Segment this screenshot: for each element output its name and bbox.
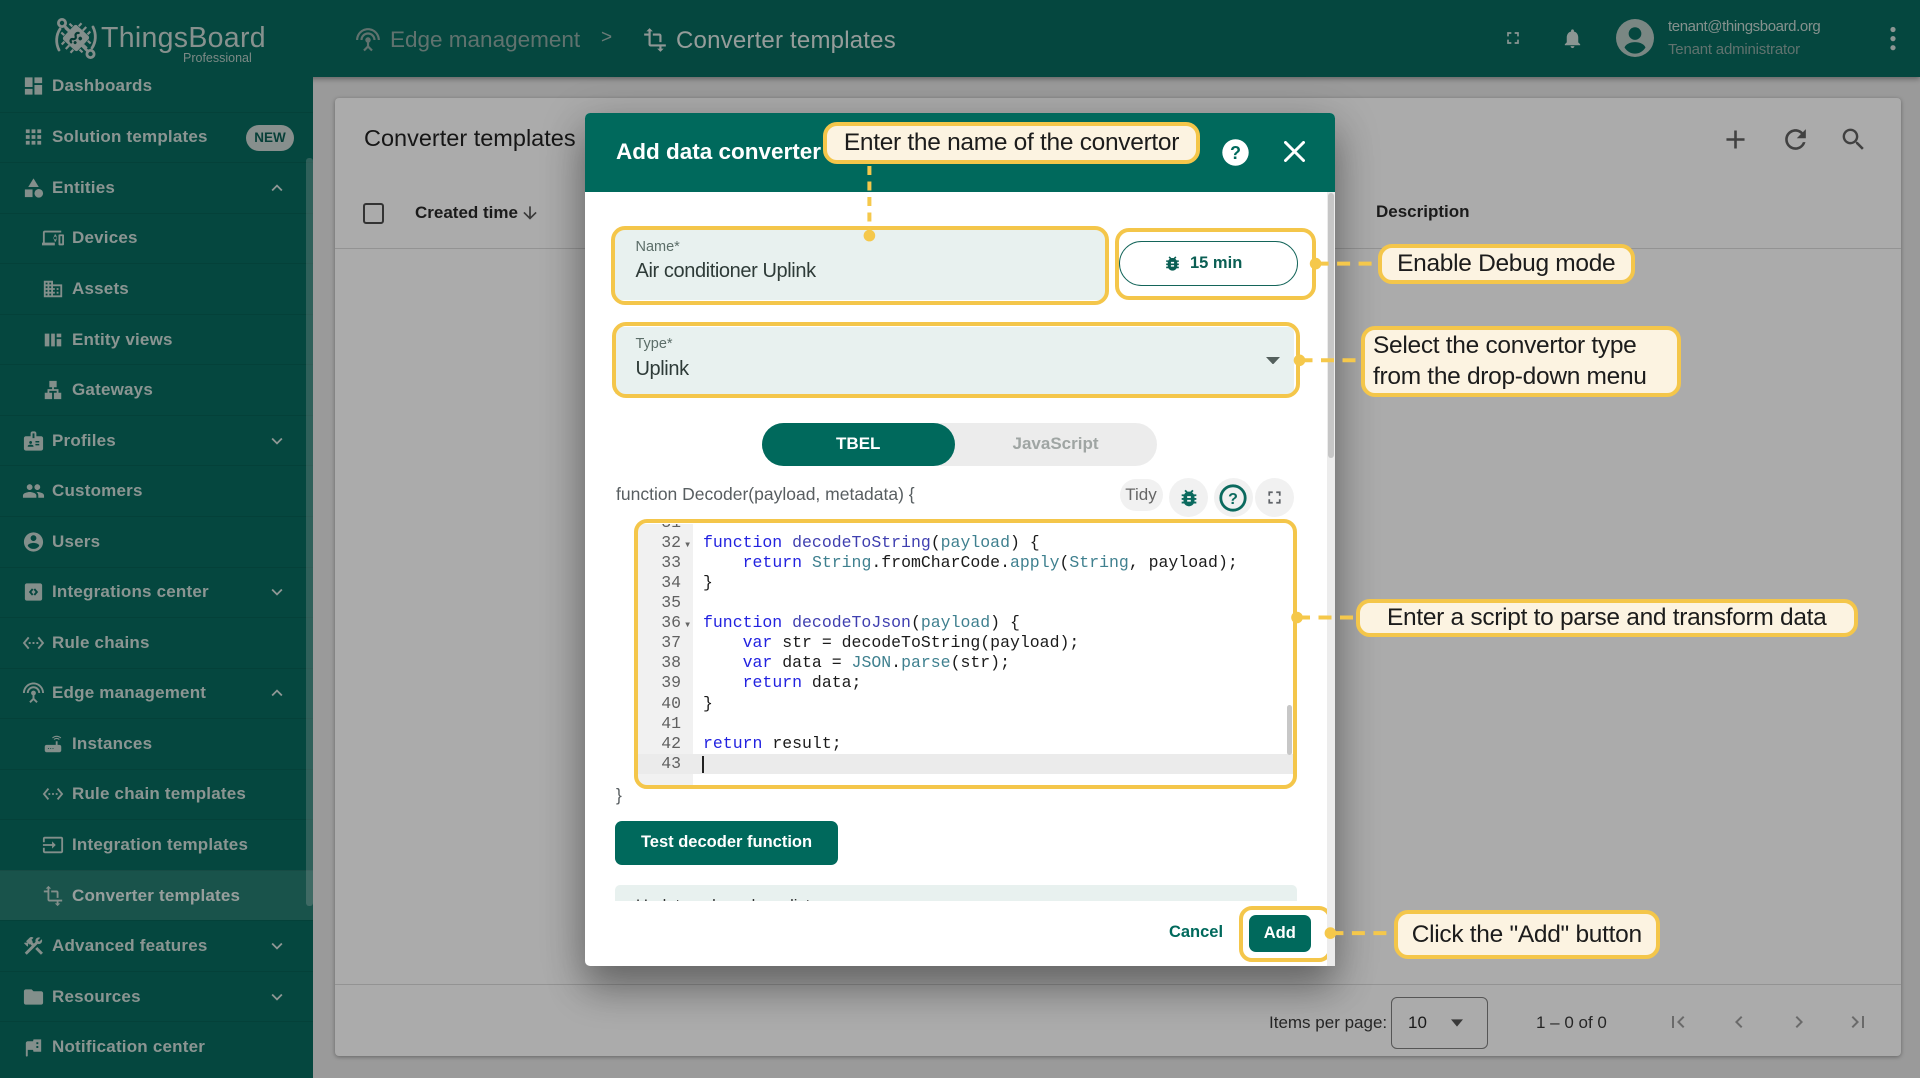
- svg-text:?: ?: [1228, 490, 1238, 507]
- svg-text:?: ?: [1230, 143, 1241, 163]
